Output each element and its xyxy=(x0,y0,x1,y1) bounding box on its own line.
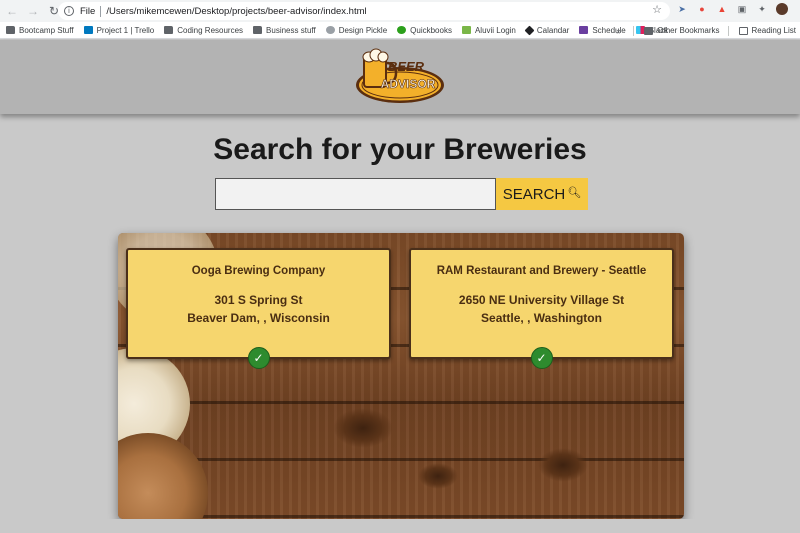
trello-icon xyxy=(83,26,93,34)
url-divider xyxy=(100,5,102,17)
address-bar[interactable]: i File /Users/mikemcewen/Desktop/project… xyxy=(58,2,670,20)
brewery-city: Beaver Dam, , Wisconsin xyxy=(187,311,330,325)
brewery-card[interactable]: RAM Restaurant and Brewery - Seattle 265… xyxy=(409,248,674,369)
site-header: BEER ADVISOR xyxy=(0,40,800,114)
page-title: Search for your Breweries xyxy=(213,133,587,166)
beer-advisor-logo[interactable]: BEER ADVISOR xyxy=(354,47,446,107)
schedule-icon xyxy=(579,26,589,34)
wood-knot xyxy=(538,448,588,482)
folder-icon xyxy=(253,26,263,34)
search-button-label: SEARCH xyxy=(502,185,566,203)
bookmark-item[interactable]: Business stuff xyxy=(253,26,316,35)
url-text[interactable]: /Users/mikemcewen/Desktop/projects/beer-… xyxy=(106,6,366,17)
extensions-area: ➤ ● ▲ ▣ ✦ ⋮ xyxy=(676,3,800,15)
search-icon: 🔍︎ xyxy=(567,186,582,199)
bookmark-star-icon[interactable]: ☆ xyxy=(652,3,662,16)
calendar-icon xyxy=(524,25,535,35)
brewery-street: 301 S Spring St xyxy=(214,293,303,307)
info-icon[interactable]: i xyxy=(64,6,74,16)
logo-text-line1: BEER xyxy=(388,59,425,74)
aluvii-icon xyxy=(461,26,471,34)
browser-toolbar: ← → ↻ i File /Users/mikemcewen/Desktop/p… xyxy=(0,0,800,22)
translate-extension-icon[interactable]: ▲ xyxy=(716,3,728,15)
brewery-street: 2650 NE University Village St xyxy=(458,293,625,307)
brewery-card[interactable]: Ooga Brewing Company 301 S Spring St Bea… xyxy=(126,248,391,369)
back-icon[interactable]: ← xyxy=(3,2,21,20)
folder-icon xyxy=(164,26,174,34)
search-input[interactable] xyxy=(215,178,496,210)
menu-kebab-icon[interactable]: ⋮ xyxy=(796,3,800,15)
reading-list[interactable]: Reading List xyxy=(738,26,796,35)
results-board: Ooga Brewing Company 301 S Spring St Bea… xyxy=(118,233,684,519)
search-button[interactable]: SEARCH 🔍︎ xyxy=(496,178,588,210)
checkmark-icon[interactable]: ✓ xyxy=(530,347,553,369)
puzzle-extensions-icon[interactable]: ✦ xyxy=(756,3,768,15)
bookmark-item[interactable]: Calandar xyxy=(524,25,569,35)
other-bookmarks[interactable]: Other Bookmarks xyxy=(644,26,720,35)
folder-icon xyxy=(6,26,15,34)
quickbooks-icon xyxy=(397,26,407,34)
forward-icon[interactable]: → xyxy=(24,2,42,20)
profile-avatar[interactable] xyxy=(776,3,788,15)
bookmark-item[interactable]: Design Pickle xyxy=(325,26,387,35)
brewery-name: Ooga Brewing Company xyxy=(191,265,326,277)
url-scheme: File xyxy=(80,5,96,17)
bookmarks-bar: Bootcamp Stuff Project 1 | Trello Coding… xyxy=(0,22,800,39)
wood-knot xyxy=(333,408,393,448)
bookmark-item[interactable]: Coding Resources xyxy=(164,26,243,35)
mic-extension-icon[interactable]: ● xyxy=(696,3,708,15)
bookmark-item[interactable]: Project 1 | Trello xyxy=(83,26,154,35)
bookmark-item[interactable]: Quickbooks xyxy=(397,26,452,35)
screen-extension-icon[interactable]: ▣ xyxy=(736,3,748,15)
brewery-city: Seattle, , Washington xyxy=(481,311,602,325)
bookmark-item[interactable]: Bootcamp Stuff xyxy=(6,26,74,35)
wood-knot xyxy=(418,463,458,489)
bookmarks-overflow-icon[interactable]: » xyxy=(616,26,621,36)
rocket-extension-icon[interactable]: ➤ xyxy=(676,3,688,15)
design-pickle-icon xyxy=(325,26,335,34)
bookmark-item[interactable]: Aluvii Login xyxy=(461,26,516,35)
reading-list-icon xyxy=(738,26,748,35)
beer-glass-image xyxy=(118,433,208,519)
checkmark-icon[interactable]: ✓ xyxy=(247,347,270,369)
folder-icon xyxy=(644,26,654,35)
page-bottom xyxy=(0,519,800,533)
brewery-name: RAM Restaurant and Brewery - Seattle xyxy=(436,265,647,277)
logo-text-line2: ADVISOR xyxy=(381,77,436,91)
